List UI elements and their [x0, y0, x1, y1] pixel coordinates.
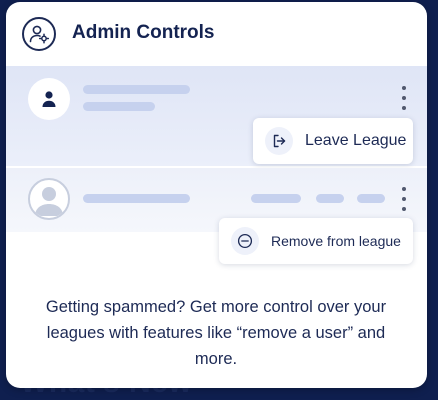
- stat-placeholder: [357, 194, 385, 203]
- remove-from-league-menu-item[interactable]: Remove from league: [219, 218, 413, 264]
- name-placeholder: [83, 85, 190, 94]
- kebab-menu-icon[interactable]: [400, 86, 408, 110]
- leave-league-label: Leave League: [305, 132, 407, 149]
- minus-circle-icon: [231, 227, 259, 255]
- user-settings-icon: [22, 17, 56, 51]
- leave-league-menu-item[interactable]: Leave League: [253, 118, 413, 164]
- detail-placeholder: [83, 102, 155, 111]
- stat-placeholder: [316, 194, 344, 203]
- card-header: Admin Controls: [6, 2, 427, 66]
- kebab-menu-icon[interactable]: [400, 187, 408, 211]
- name-placeholder: [83, 194, 190, 203]
- person-icon: [28, 78, 70, 120]
- default-avatar-icon: [28, 178, 70, 220]
- admin-controls-card: Admin Controls Leave League Remove from …: [6, 2, 427, 388]
- promo-description: Getting spammed? Get more control over y…: [45, 298, 387, 368]
- remove-from-league-label: Remove from league: [271, 233, 401, 249]
- exit-icon: [265, 127, 293, 155]
- panel-title: Admin Controls: [72, 22, 215, 43]
- stat-placeholder: [251, 194, 301, 203]
